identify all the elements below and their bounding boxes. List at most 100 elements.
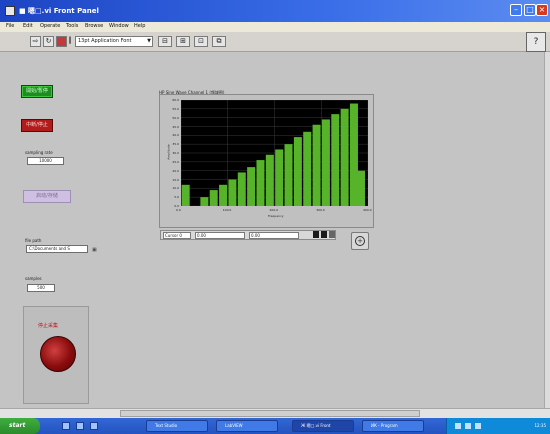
plot-grid [181,100,368,206]
plot-bars [181,103,365,206]
cursor-legend: Cursor 0 0.00 0.00 [160,230,336,240]
menu-operate[interactable]: Operate [40,23,60,29]
close-button[interactable]: × [536,4,548,16]
task-item[interactable]: Text Studio [146,420,208,432]
task-item[interactable]: LabVIEW [216,420,278,432]
y-tick-label: 45.0 [172,124,179,129]
menu-tools[interactable]: Tools [66,23,78,29]
horizontal-scrollbar[interactable] [0,408,550,418]
quicklaunch-ie-icon[interactable] [62,422,70,430]
x-tick-label: 300.0 [316,208,325,212]
spectrum-bar [284,144,293,206]
y-tick-label: 40.0 [172,133,179,138]
sample-rate-label: sampling rate [25,150,53,155]
spectrum-bar [356,170,365,206]
y-tick-label: 10.0 [172,186,179,191]
menu-help[interactable]: Help [134,23,145,29]
interrupt-stop-button[interactable]: 中断/停止 [21,119,53,132]
plot-area[interactable] [181,100,368,206]
app-icon [5,6,15,16]
context-help-icon[interactable]: ? [526,32,546,52]
spectrum-bar [256,160,265,206]
reorder-icon[interactable]: ⧉ [212,36,226,47]
quicklaunch-desktop-icon[interactable] [76,422,84,430]
plot-svg [181,100,368,206]
toolbar: ⇨ ↻ ‖ 13pt Application Font ▼ ⊟ ⊞ ⊡ ⧉ [0,32,550,52]
cursor-name[interactable]: Cursor 0 [163,232,191,239]
y-tick-label: 55.0 [172,106,179,111]
stop-acquisition-button[interactable] [40,336,76,372]
cursor-color-icon[interactable] [321,231,327,238]
x-tick-label: 0.0 [176,208,181,212]
cursor-style-icon[interactable] [313,231,319,238]
tray-clock: 12:35 [534,423,546,428]
y-tick-label: 20.0 [172,168,179,173]
y-tick-label: 60.0 [172,98,179,102]
start-store-button[interactable]: 启动/存储 [23,190,71,203]
pause-icon[interactable]: ‖ [67,36,73,47]
spectrum-bar [200,197,209,206]
spectrum-bar [209,190,218,206]
taskbar: start Text Studio LabVIEW Ж 嗯□.vi Front … [0,418,550,434]
resize-icon[interactable]: ⊡ [194,36,208,47]
spectrum-bar [219,184,228,206]
stop-acquisition-label: 停止采集 [38,323,59,329]
spectrum-bar [321,119,330,206]
run-continuously-icon[interactable]: ↻ [43,36,54,47]
y-tick-label: 35.0 [172,142,179,147]
browse-folder-icon[interactable]: ▣ [92,247,97,253]
menu-window[interactable]: Window [109,23,129,29]
tray-volume-icon[interactable] [465,423,471,429]
cursor-y-value[interactable]: 0.00 [249,232,299,239]
cursor-x-value[interactable]: 0.00 [195,232,245,239]
scrollbar-thumb[interactable] [120,410,420,417]
task-item[interactable]: ИК - Program [362,420,424,432]
menu-edit[interactable]: Edit [23,23,33,29]
start-pause-button[interactable]: 開始/暫停 [21,85,53,98]
minimize-button[interactable]: – [510,4,522,16]
samples-label: samples [25,276,42,281]
spectrum-bar [181,184,190,206]
samples-field[interactable]: 500 [27,284,55,292]
cursor-lock-icon[interactable] [329,231,335,238]
chevron-down-icon: ▼ [147,38,151,44]
spectrum-bar [228,179,237,206]
font-select-value: 13pt Application Font [78,38,132,44]
font-select[interactable]: 13pt Application Font ▼ [75,36,153,47]
spectrum-bar [331,114,340,206]
y-tick-label: 5.0 [174,195,179,200]
file-path-field[interactable]: C:\Documents and S [26,245,88,253]
distribute-icon[interactable]: ⊞ [176,36,190,47]
y-tick-label: 25.0 [172,159,179,164]
sample-rate-field[interactable]: 10000 [27,157,64,165]
spectrum-bar [349,103,358,206]
menu-bar: File Edit Operate Tools Browse Window He… [0,22,550,32]
y-tick-label: 15.0 [172,177,179,182]
x-axis-label: Frequency [268,214,284,218]
menu-file[interactable]: File [6,23,14,29]
spectrum-bar [265,154,274,206]
spectrum-bar [275,149,284,206]
run-arrow-icon[interactable]: ⇨ [30,36,41,47]
maximize-button[interactable]: □ [524,4,536,16]
spectrum-bar [340,108,349,206]
file-path-label: file path [25,238,42,243]
align-icon[interactable]: ⊟ [158,36,172,47]
spectrum-bar [312,124,321,206]
tray-network-icon[interactable] [455,423,461,429]
spectrum-bar [237,172,246,206]
vertical-scrollbar[interactable] [544,52,550,408]
spectrum-bar [247,167,256,206]
x-tick-label: 200.0 [269,208,279,212]
y-tick-label: 50.0 [172,115,179,120]
x-tick-label: 400.0 [363,208,372,212]
crosshair-icon: + [355,236,365,246]
task-item[interactable]: Ж 嗯□.vi Front [292,420,354,432]
start-button[interactable]: start [0,418,40,434]
abort-icon[interactable] [56,36,67,47]
tray-app-icon[interactable] [475,423,481,429]
spectrum-bar [303,131,312,206]
quicklaunch-media-icon[interactable] [90,422,98,430]
menu-browse[interactable]: Browse [85,23,103,29]
graph-palette-button[interactable]: + [351,232,369,250]
